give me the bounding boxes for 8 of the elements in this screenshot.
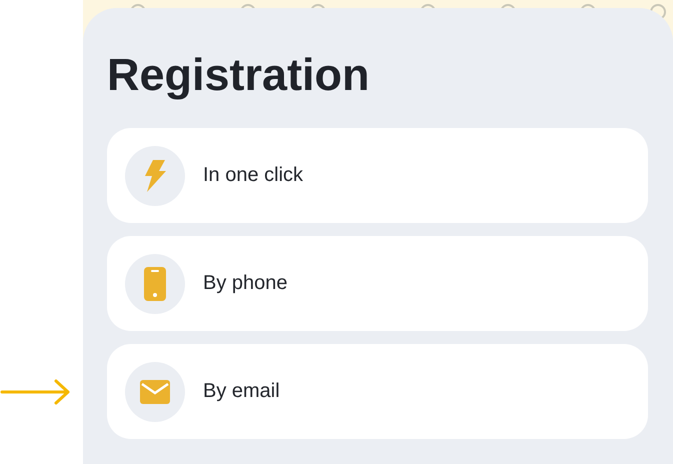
phone-icon [144,266,166,300]
envelope-icon [140,380,170,404]
registration-option[interactable]: By email [107,344,648,439]
arrow-icon [0,378,72,406]
panel-title: Registration [107,48,371,102]
lightning-icon [143,160,167,192]
registration-option[interactable]: In one click [107,128,648,223]
registration-option[interactable]: By phone [107,236,648,331]
